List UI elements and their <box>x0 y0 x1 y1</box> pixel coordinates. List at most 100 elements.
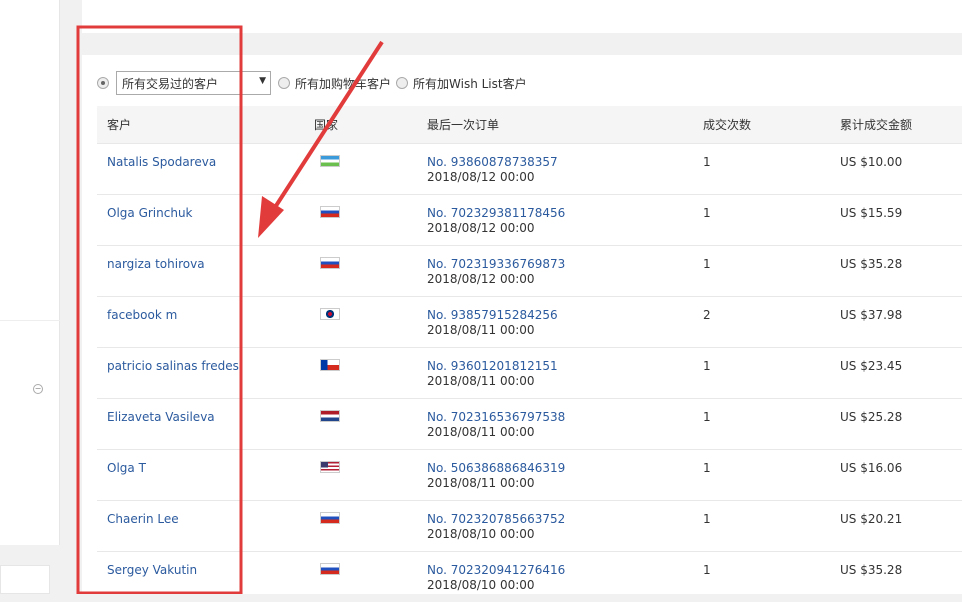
total-amount: US $15.59 <box>830 193 962 245</box>
country-cell <box>304 499 417 551</box>
order-date: 2018/08/10 00:00 <box>427 526 535 541</box>
total-amount: US $37.98 <box>830 295 962 347</box>
table-row: Sergey Vakutin No. 702320941276416 2018/0… <box>97 550 962 602</box>
customer-link[interactable]: Olga Grinchuk <box>107 206 193 220</box>
order-date: 2018/08/11 00:00 <box>427 424 535 439</box>
customer-cell: Elizaveta Vasileva <box>97 397 304 449</box>
table-row: nargiza tohirova No. 702319336769873 2018… <box>97 244 962 296</box>
table-row: patricio salinas fredes No. 936012018121… <box>97 346 962 398</box>
left-panel-bottom <box>0 565 50 594</box>
order-count: 1 <box>693 244 830 296</box>
header-customer: 客户 <box>97 106 304 143</box>
country-flag-icon <box>320 511 340 524</box>
total-amount: US $10.00 <box>830 142 962 194</box>
country-cell <box>304 346 417 398</box>
last-order-cell: No. 702316536797538 2018/08/11 00:00 <box>417 397 693 449</box>
table-row: Elizaveta Vasileva No. 702316536797538 20… <box>97 397 962 449</box>
left-panel: − <box>0 0 60 545</box>
divider <box>0 320 60 321</box>
order-link[interactable]: No. 93860878738357 <box>427 155 558 169</box>
header-total-amount: 累计成交金额 <box>830 106 962 143</box>
order-date: 2018/08/11 00:00 <box>427 373 535 388</box>
order-link[interactable]: No. 702320941276416 <box>427 563 565 577</box>
country-cell <box>304 244 417 296</box>
last-order-cell: No. 93601201812151 2018/08/11 00:00 <box>417 346 693 398</box>
order-date: 2018/08/11 00:00 <box>427 475 535 490</box>
order-count: 1 <box>693 499 830 551</box>
customer-table: 客户 国家 最后一次订单 成交次数 累计成交金额 Natalis Spodare… <box>97 106 962 602</box>
table-row: Chaerin Lee No. 702320785663752 2018/08/1… <box>97 499 962 551</box>
table-row: Natalis Spodareva No. 93860878738357 2018… <box>97 142 962 194</box>
customer-link[interactable]: Sergey Vakutin <box>107 563 197 577</box>
order-link[interactable]: No. 702329381178456 <box>427 206 565 220</box>
total-amount: US $16.06 <box>830 448 962 500</box>
country-cell <box>304 448 417 500</box>
customer-filter: 所有交易过的客户 ▼ 所有加购物车客户 所有加Wish List客户 <box>97 71 527 95</box>
customer-cell: Olga Grinchuk <box>97 193 304 245</box>
order-link[interactable]: No. 93857915284256 <box>427 308 558 322</box>
order-link[interactable]: No. 702316536797538 <box>427 410 565 424</box>
country-flag-icon <box>320 154 340 167</box>
customer-panel: 所有交易过的客户 ▼ 所有加购物车客户 所有加Wish List客户 客户 国家… <box>82 55 962 602</box>
collapse-icon[interactable]: − <box>33 384 43 394</box>
header-country: 国家 <box>304 106 417 143</box>
table-row: Olga T No. 506386886846319 2018/08/11 00:… <box>97 448 962 500</box>
total-amount: US $25.28 <box>830 397 962 449</box>
country-cell <box>304 193 417 245</box>
country-flag-icon <box>320 358 340 371</box>
country-flag-icon <box>320 307 340 320</box>
last-order-cell: No. 702329381178456 2018/08/12 00:00 <box>417 193 693 245</box>
radio-wishlist-label[interactable]: 所有加Wish List客户 <box>413 75 527 92</box>
customer-link[interactable]: patricio salinas fredes <box>107 359 239 373</box>
order-date: 2018/08/12 00:00 <box>427 271 535 286</box>
customer-cell: Olga T <box>97 448 304 500</box>
country-flag-icon <box>320 256 340 269</box>
radio-cart-label[interactable]: 所有加购物车客户 <box>295 75 391 92</box>
country-flag-icon <box>320 562 340 575</box>
top-panel <box>82 0 962 33</box>
order-link[interactable]: No. 702320785663752 <box>427 512 565 526</box>
order-link[interactable]: No. 702319336769873 <box>427 257 565 271</box>
order-count: 1 <box>693 397 830 449</box>
order-link[interactable]: No. 93601201812151 <box>427 359 558 373</box>
customer-link[interactable]: Chaerin Lee <box>107 512 179 526</box>
last-order-cell: No. 702320785663752 2018/08/10 00:00 <box>417 499 693 551</box>
order-count: 1 <box>693 346 830 398</box>
dropdown-arrow-icon: ▼ <box>259 76 266 86</box>
radio-wishlist[interactable] <box>396 77 409 89</box>
country-flag-icon <box>320 205 340 218</box>
customer-cell: Chaerin Lee <box>97 499 304 551</box>
customer-type-select[interactable]: 所有交易过的客户 ▼ <box>116 71 271 95</box>
total-amount: US $20.21 <box>830 499 962 551</box>
country-flag-icon <box>320 409 340 422</box>
header-last-order: 最后一次订单 <box>417 106 693 143</box>
customer-link[interactable]: Elizaveta Vasileva <box>107 410 215 424</box>
table-row: facebook m No. 93857915284256 2018/08/11 … <box>97 295 962 347</box>
customer-cell: Sergey Vakutin <box>97 550 304 602</box>
customer-link[interactable]: Natalis Spodareva <box>107 155 216 169</box>
customer-link[interactable]: nargiza tohirova <box>107 257 205 271</box>
order-date: 2018/08/12 00:00 <box>427 169 535 184</box>
total-amount: US $35.28 <box>830 244 962 296</box>
radio-cart[interactable] <box>278 77 290 89</box>
order-count: 1 <box>693 550 830 602</box>
last-order-cell: No. 702320941276416 2018/08/10 00:00 <box>417 550 693 602</box>
last-order-cell: No. 702319336769873 2018/08/12 00:00 <box>417 244 693 296</box>
order-count: 1 <box>693 448 830 500</box>
customer-link[interactable]: Olga T <box>107 461 146 475</box>
customer-link[interactable]: facebook m <box>107 308 177 322</box>
order-date: 2018/08/12 00:00 <box>427 220 535 235</box>
select-value: 所有交易过的客户 <box>122 77 219 91</box>
country-cell <box>304 397 417 449</box>
order-link[interactable]: No. 506386886846319 <box>427 461 565 475</box>
total-amount: US $23.45 <box>830 346 962 398</box>
country-cell <box>304 550 417 602</box>
last-order-cell: No. 93860878738357 2018/08/12 00:00 <box>417 142 693 194</box>
radio-traded[interactable] <box>97 77 109 89</box>
order-count: 1 <box>693 142 830 194</box>
customer-cell: patricio salinas fredes <box>97 346 304 398</box>
last-order-cell: No. 93857915284256 2018/08/11 00:00 <box>417 295 693 347</box>
country-cell <box>304 295 417 347</box>
country-cell <box>304 142 417 194</box>
customer-cell: facebook m <box>97 295 304 347</box>
